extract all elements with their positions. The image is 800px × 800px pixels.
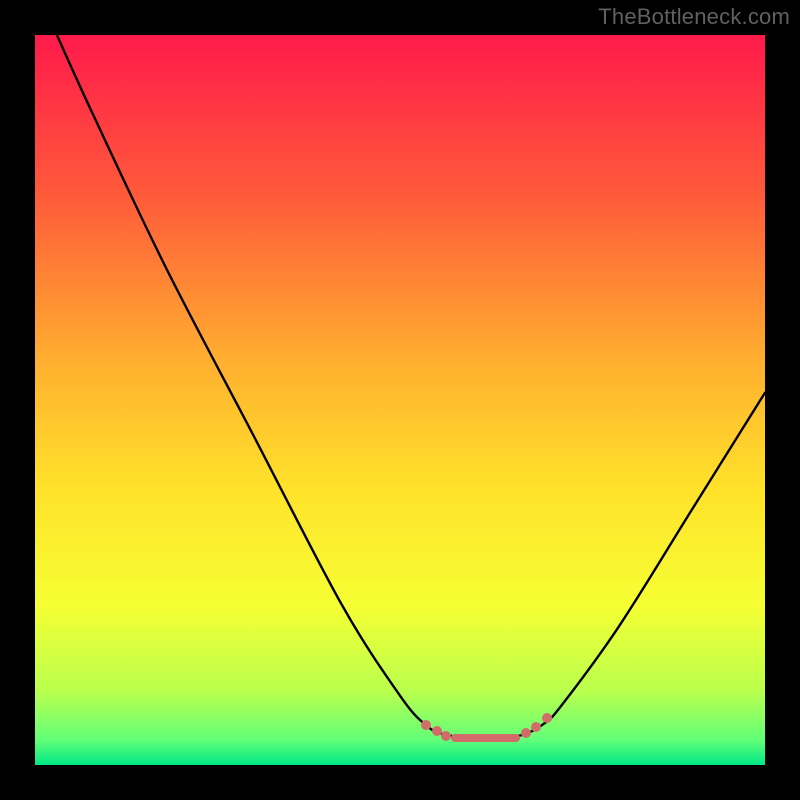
marker-dot: [521, 728, 531, 738]
chart-frame: TheBottleneck.com: [0, 0, 800, 800]
watermark-text: TheBottleneck.com: [598, 4, 790, 30]
marker-dot: [421, 720, 431, 730]
plot-area: [35, 35, 765, 765]
marker-dot: [542, 713, 552, 723]
marker-dot: [531, 722, 541, 732]
trough-bar: [451, 734, 520, 742]
marker-dot: [441, 731, 451, 741]
marker-layer: [35, 35, 765, 765]
